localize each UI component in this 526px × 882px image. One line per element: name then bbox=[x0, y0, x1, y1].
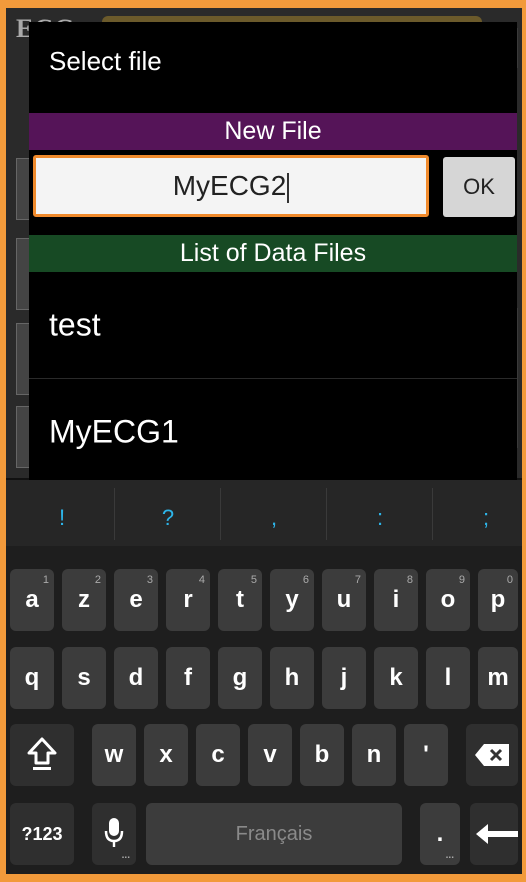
file-name: MyECG1 bbox=[49, 413, 179, 450]
key-hint: 2 bbox=[94, 574, 101, 586]
key-t[interactable]: t5 bbox=[218, 569, 262, 631]
backspace-icon bbox=[475, 744, 509, 766]
key-n[interactable]: n bbox=[352, 724, 396, 786]
backspace-key[interactable] bbox=[466, 724, 518, 786]
text-caret bbox=[287, 172, 290, 203]
microphone-icon bbox=[104, 818, 124, 847]
symbols-key[interactable]: ?123 bbox=[10, 803, 74, 865]
key-label: t bbox=[236, 586, 244, 613]
period-key[interactable]: .... bbox=[420, 803, 460, 865]
key-label: o bbox=[440, 586, 456, 613]
suggestion-semicolon[interactable]: ; bbox=[434, 480, 526, 546]
key-label: a bbox=[25, 586, 39, 613]
key-q[interactable]: q bbox=[10, 647, 54, 709]
key-r[interactable]: r4 bbox=[166, 569, 210, 631]
key-hint: 1 bbox=[42, 574, 49, 586]
suggestion-separator bbox=[326, 488, 327, 540]
suggestion-separator bbox=[432, 488, 433, 540]
key-k[interactable]: k bbox=[374, 647, 418, 709]
key-hint: 6 bbox=[302, 574, 309, 586]
key-o[interactable]: o9 bbox=[426, 569, 470, 631]
data-files-list-header: List of Data Files bbox=[29, 235, 517, 272]
suggestion-separator bbox=[220, 488, 221, 540]
key-l[interactable]: l bbox=[426, 647, 470, 709]
key-g[interactable]: g bbox=[218, 647, 262, 709]
key-z[interactable]: z2 bbox=[62, 569, 106, 631]
key-label: u bbox=[336, 586, 352, 613]
new-file-name-input[interactable]: MyECG2 bbox=[33, 155, 429, 217]
key-b[interactable]: b bbox=[300, 724, 344, 786]
key-v[interactable]: v bbox=[248, 724, 292, 786]
key-apostrophe[interactable]: ' bbox=[404, 724, 448, 786]
file-name: test bbox=[49, 306, 101, 343]
key-m[interactable]: m bbox=[478, 647, 518, 709]
suggestion-question[interactable]: ? bbox=[116, 480, 220, 546]
key-f[interactable]: f bbox=[166, 647, 210, 709]
key-p[interactable]: p0 bbox=[478, 569, 518, 631]
key-u[interactable]: u7 bbox=[322, 569, 366, 631]
key-h[interactable]: h bbox=[270, 647, 314, 709]
punctuation-suggestion-bar: ! ? , : ; bbox=[6, 480, 522, 546]
key-hint: 3 bbox=[146, 574, 153, 586]
shift-key[interactable] bbox=[10, 724, 74, 786]
space-key[interactable]: Français bbox=[146, 803, 402, 865]
file-list-item[interactable]: MyECG1 bbox=[29, 379, 517, 480]
shift-icon bbox=[27, 737, 57, 770]
suggestion-separator bbox=[114, 488, 115, 540]
key-i[interactable]: i8 bbox=[374, 569, 418, 631]
new-file-header: New File bbox=[29, 113, 517, 150]
key-hint: 0 bbox=[506, 574, 513, 586]
key-label: r bbox=[183, 586, 193, 613]
key-hint: 7 bbox=[354, 574, 361, 586]
key-x[interactable]: x bbox=[144, 724, 188, 786]
key-c[interactable]: c bbox=[196, 724, 240, 786]
suggestion-colon[interactable]: : bbox=[328, 480, 432, 546]
key-w[interactable]: w bbox=[92, 724, 136, 786]
device-frame-bottom bbox=[0, 874, 526, 882]
suggestion-exclamation[interactable]: ! bbox=[10, 480, 114, 546]
key-label: . bbox=[436, 820, 444, 847]
key-label: y bbox=[285, 586, 299, 613]
suggestion-comma[interactable]: , bbox=[222, 480, 326, 546]
key-label: p bbox=[490, 586, 506, 613]
key-j[interactable]: j bbox=[322, 647, 366, 709]
key-label: z bbox=[78, 586, 90, 613]
key-hint: 8 bbox=[406, 574, 413, 586]
more-options-dots: ... bbox=[121, 850, 130, 861]
key-e[interactable]: e3 bbox=[114, 569, 158, 631]
key-hint: 9 bbox=[458, 574, 465, 586]
key-s[interactable]: s bbox=[62, 647, 106, 709]
select-file-dialog: Select file New File MyECG2 OK List of D… bbox=[29, 22, 517, 480]
enter-key[interactable] bbox=[470, 803, 518, 865]
key-d[interactable]: d bbox=[114, 647, 158, 709]
key-label: i bbox=[392, 586, 400, 613]
voice-input-key[interactable]: ... bbox=[92, 803, 136, 865]
key-label: e bbox=[129, 586, 143, 613]
new-file-name-value: MyECG2 bbox=[172, 170, 287, 201]
soft-keyboard: ! ? , : ; a1 z2 e3 r4 t5 y6 u7 i8 o9 p0 … bbox=[6, 480, 522, 874]
dialog-title: Select file bbox=[49, 46, 162, 76]
key-y[interactable]: y6 bbox=[270, 569, 314, 631]
enter-icon bbox=[476, 824, 518, 844]
key-a[interactable]: a1 bbox=[10, 569, 54, 631]
device-frame-right bbox=[522, 0, 526, 882]
ok-button[interactable]: OK bbox=[443, 157, 515, 217]
key-hint: 5 bbox=[250, 574, 257, 586]
device-frame-top bbox=[0, 0, 526, 8]
file-list-item[interactable]: test bbox=[29, 272, 517, 378]
key-hint: 4 bbox=[198, 574, 205, 586]
more-options-dots: ... bbox=[445, 850, 454, 861]
